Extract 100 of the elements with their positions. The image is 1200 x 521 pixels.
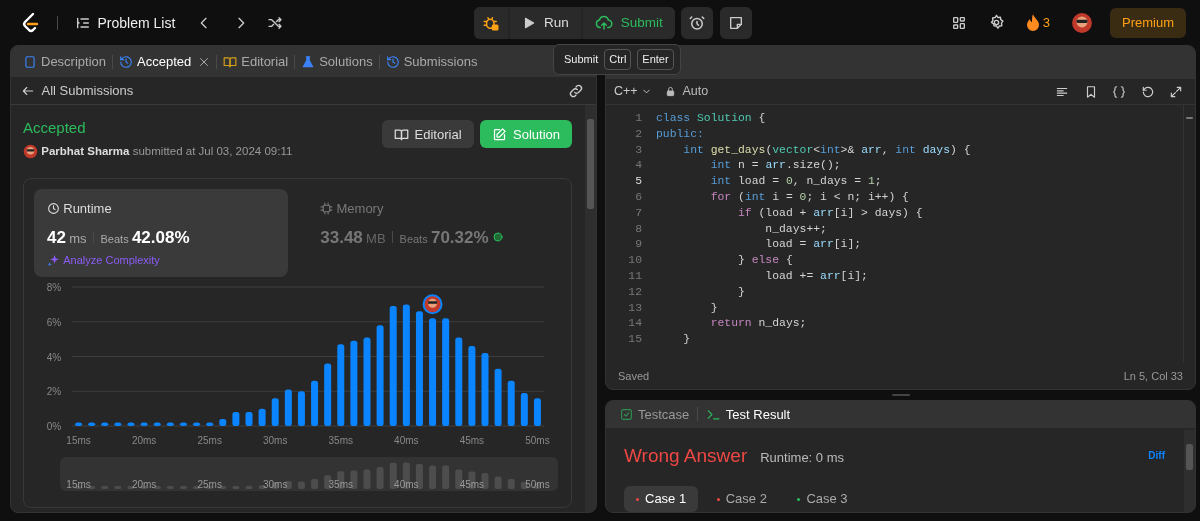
- line-number: 7: [634, 205, 643, 221]
- run-button[interactable]: Run: [510, 7, 581, 39]
- case-tab[interactable]: Case 3: [785, 486, 860, 512]
- metric-title: Runtime: [63, 200, 112, 218]
- axis-label: 4%: [46, 351, 62, 363]
- editorial-button[interactable]: Editorial: [381, 120, 474, 149]
- scrollbar[interactable]: [1184, 429, 1195, 512]
- scrollbar[interactable]: [585, 105, 596, 512]
- notes-button[interactable]: [719, 7, 752, 39]
- tab[interactable]: Accepted: [113, 51, 217, 72]
- metric-card[interactable]: Runtime 42 ms Beats 42.08% Analyze Complexity: [34, 189, 288, 277]
- axis-label: 45ms: [459, 435, 485, 446]
- axis-label: 50ms: [525, 479, 550, 490]
- code-line: if (load + arr[i] > days) {: [737, 205, 923, 221]
- beats-value: 70.32%: [430, 227, 489, 249]
- range-selector[interactable]: [60, 457, 558, 491]
- line-number: 5: [634, 174, 643, 190]
- tab[interactable]: Testcase: [616, 404, 694, 424]
- bar: [232, 412, 240, 426]
- bar: [114, 422, 122, 426]
- axis-label: 15ms: [66, 435, 91, 446]
- bar: [179, 422, 187, 426]
- bar: [140, 422, 148, 426]
- metric-unit: ms: [69, 230, 87, 248]
- metric-value: 33.48: [320, 227, 363, 249]
- axis-label: 25ms: [197, 435, 222, 446]
- bar: [219, 419, 227, 426]
- diff-toggle[interactable]: Diff: [1148, 448, 1165, 464]
- expand-icon: [1169, 84, 1183, 99]
- problem-list-button[interactable]: Problem List: [71, 10, 180, 35]
- bar: [127, 422, 135, 426]
- document-icon: [23, 54, 37, 69]
- axis-label: 35ms: [328, 435, 353, 446]
- bar: [284, 389, 292, 426]
- case-tab[interactable]: Case 1: [624, 486, 699, 512]
- resize-handle[interactable]: [891, 394, 910, 396]
- axis-label: 35ms: [328, 479, 353, 490]
- tab[interactable]: Editorial: [217, 51, 295, 72]
- tab[interactable]: Solutions: [295, 51, 379, 72]
- code-line: class Solution {: [656, 111, 766, 126]
- bar: [245, 412, 253, 426]
- edit-icon: [492, 126, 507, 142]
- code-line: for (int i = 0; i < n; i++) {: [709, 190, 909, 205]
- metric-card[interactable]: Memory 33.48 MB Beats 70.32%: [307, 189, 561, 277]
- submission-author: Parbhat Sharma: [41, 143, 130, 159]
- braces-icon: [1112, 84, 1126, 99]
- timer-button[interactable]: [681, 7, 714, 39]
- bug-icon: [482, 14, 500, 32]
- beats-value: 42.08%: [131, 227, 190, 249]
- line-number: 1: [634, 111, 643, 126]
- history-icon: [119, 54, 134, 69]
- sparkle-icon: [47, 253, 60, 267]
- debug-button[interactable]: [474, 7, 508, 39]
- submit-button[interactable]: Submit: [582, 7, 675, 39]
- play-icon: [522, 16, 536, 30]
- axis-label: 50ms: [525, 435, 550, 446]
- verdict: Wrong Answer: [624, 443, 748, 468]
- axis-label: 30ms: [263, 435, 288, 446]
- axis-label: 15ms: [66, 479, 91, 490]
- bar: [88, 422, 96, 426]
- axis-label: 45ms: [459, 479, 485, 490]
- avatar-marker: [422, 294, 443, 315]
- tab[interactable]: Description: [17, 51, 113, 72]
- code-line: int load = 0, n_days = 1;: [709, 174, 882, 190]
- code-line: } else {: [737, 253, 793, 269]
- bar: [271, 398, 279, 426]
- close-icon: [198, 55, 211, 68]
- tab[interactable]: Submissions: [379, 51, 484, 72]
- bar: [494, 368, 502, 426]
- book-icon: [223, 54, 238, 69]
- tab[interactable]: Test Result: [700, 404, 795, 424]
- mode-label: Auto: [682, 83, 709, 101]
- line-number: 6: [634, 190, 643, 205]
- axis-label: 25ms: [197, 479, 222, 490]
- language-dropdown[interactable]: C++: [614, 85, 652, 98]
- code-line: return n_days;: [709, 316, 807, 332]
- leaf-icon: [491, 231, 504, 243]
- clock-icon: [47, 202, 60, 216]
- premium-button[interactable]: Premium: [1110, 7, 1186, 38]
- bar: [507, 380, 515, 426]
- scrollbar[interactable]: [1183, 105, 1195, 363]
- checkbox-icon: [620, 407, 633, 421]
- beats-label: Beats: [399, 232, 428, 247]
- line-number: 15: [627, 332, 643, 348]
- bar: [324, 363, 332, 426]
- metric-unit: MB: [366, 230, 386, 248]
- bar: [533, 398, 541, 426]
- grid-icon: [950, 14, 967, 31]
- key-hint: Enter: [637, 49, 674, 70]
- chip-icon: [320, 202, 334, 216]
- submission-status: Accepted: [23, 118, 87, 138]
- axis-label: 6%: [46, 316, 62, 328]
- beats-label: Beats: [100, 232, 129, 247]
- case-tab[interactable]: Case 2: [704, 486, 779, 512]
- undo-icon: [1140, 84, 1155, 99]
- bar: [75, 422, 83, 426]
- back-link[interactable]: All Submissions: [17, 79, 138, 102]
- streak-button[interactable]: 3: [1021, 10, 1054, 35]
- bar: [101, 422, 109, 426]
- bar: [297, 391, 305, 426]
